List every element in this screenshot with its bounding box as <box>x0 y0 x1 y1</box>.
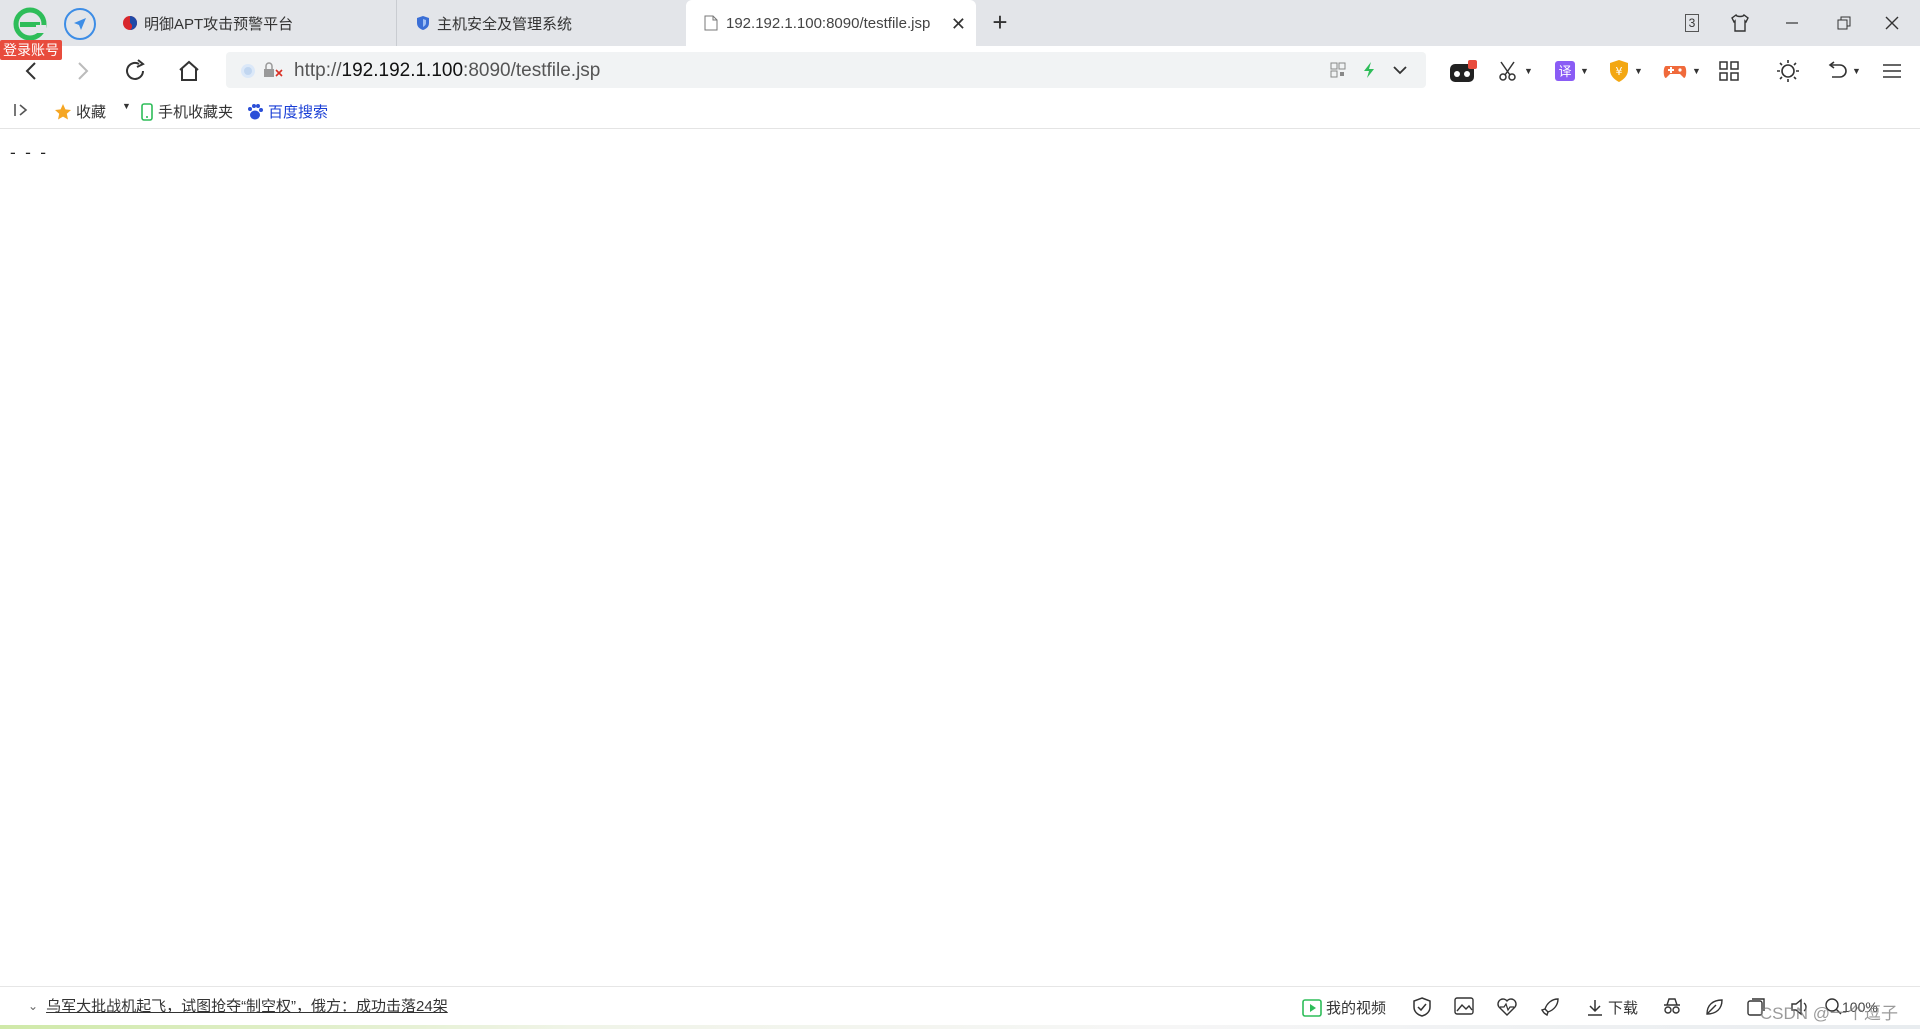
bookmarks-bar: 收藏 ▼ 手机收藏夹 百度搜索 <box>0 94 1920 129</box>
bookmark-favorites[interactable]: 收藏 <box>54 101 106 122</box>
my-videos-button[interactable]: 我的视频 <box>1302 997 1386 1018</box>
baidu-paw-icon <box>248 103 263 119</box>
star-icon <box>55 103 71 119</box>
url-prefix: http:// <box>294 60 342 81</box>
rocket-icon[interactable] <box>1540 997 1560 1017</box>
download-label: 下载 <box>1608 1000 1639 1017</box>
back-arrow-icon[interactable] <box>16 56 46 86</box>
chevron-down-icon[interactable]: ⌄ <box>28 999 38 1013</box>
close-tab-icon[interactable]: ✕ <box>951 14 966 35</box>
incognito-icon[interactable] <box>1662 997 1682 1015</box>
gamepad-icon[interactable]: ▼ <box>1662 56 1701 86</box>
translate-icon[interactable]: 译 ▼ <box>1554 56 1589 86</box>
caret-down-icon: ▼ <box>1524 66 1533 76</box>
apps-grid-icon[interactable] <box>1718 56 1740 86</box>
undo-icon[interactable]: ▼ <box>1826 56 1861 86</box>
tab-title: 明御APT攻击预警平台 <box>144 15 294 33</box>
skin-shirt-icon[interactable] <box>1726 10 1754 36</box>
browser-window: 登录账号 明御APT攻击预警平台 主机安全及管理系统 192.192.1.100… <box>0 0 1920 1029</box>
menu-icon[interactable] <box>1882 56 1902 86</box>
forward-arrow-icon[interactable] <box>68 56 98 86</box>
browser-logo-icon[interactable] <box>12 6 48 42</box>
tab-counter-button[interactable]: 3 <box>1678 10 1706 36</box>
svg-text:¥: ¥ <box>1616 65 1623 78</box>
bookmark-baidu-search[interactable]: 百度搜索 <box>246 101 328 122</box>
bookmark-mobile-favorites[interactable]: 手机收藏夹 <box>140 101 233 122</box>
caret-down-icon: ▼ <box>1692 66 1701 76</box>
bottom-decoration <box>0 1025 1920 1029</box>
chevron-down-icon[interactable] <box>1392 63 1408 79</box>
url-path: :8090/testfile.jsp <box>463 60 601 81</box>
game-extension-icon[interactable] <box>1448 56 1478 86</box>
qr-code-icon[interactable] <box>1330 62 1346 81</box>
minimize-button[interactable] <box>1778 10 1806 36</box>
new-tab-button[interactable]: + <box>986 9 1014 37</box>
csdn-watermark: CSDN @一个逗子 <box>1759 1004 1898 1023</box>
brightness-icon[interactable] <box>1776 56 1800 86</box>
favorites-label: 收藏 <box>76 104 107 121</box>
caret-down-icon: ▼ <box>1852 66 1861 76</box>
address-bar[interactable]: http://192.192.1.100:8090/testfile.jsp <box>226 52 1426 88</box>
file-icon <box>704 15 720 31</box>
security-shield-icon[interactable] <box>1412 997 1432 1017</box>
apt-platform-icon <box>122 15 138 31</box>
reload-icon[interactable] <box>120 56 150 86</box>
site-info-icon[interactable] <box>240 63 256 82</box>
tab-apt-platform[interactable]: 明御APT攻击预警平台 <box>104 0 396 46</box>
insecure-lock-icon[interactable] <box>262 62 284 81</box>
page-content: - - - <box>0 129 1920 986</box>
image-icon[interactable] <box>1454 997 1474 1015</box>
favorites-dropdown-icon[interactable]: ▼ <box>122 101 131 111</box>
yuan-shield-icon[interactable]: ¥ ▼ <box>1608 56 1643 86</box>
scissors-icon[interactable]: ▼ <box>1498 56 1533 86</box>
my-videos-label: 我的视频 <box>1326 1000 1387 1017</box>
url-text[interactable]: http://192.192.1.100:8090/testfile.jsp <box>294 60 600 82</box>
download-icon <box>1588 999 1602 1016</box>
status-bar: ⌄ 乌军大批战机起飞，试图抢夺“制空权”，俄方：成功击落24架 我的视频 下载 <box>0 986 1920 1029</box>
baidu-search-label: 百度搜索 <box>268 104 329 121</box>
health-heart-icon[interactable] <box>1496 997 1518 1017</box>
mobile-favorites-label: 手机收藏夹 <box>158 104 234 121</box>
svg-text:译: 译 <box>1558 65 1571 80</box>
send-arrow-icon[interactable] <box>64 8 96 40</box>
mobile-phone-icon <box>141 102 153 121</box>
page-body-text: - - - <box>10 143 49 163</box>
login-account-badge[interactable]: 登录账号 <box>0 40 62 60</box>
tab-testfile-active[interactable]: 192.192.1.100:8090/testfile.jsp ✕ <box>686 0 976 46</box>
url-host: 192.192.1.100 <box>341 60 464 81</box>
news-ticker[interactable]: ⌄ 乌军大批战机起飞，试图抢夺“制空权”，俄方：成功击落24架 <box>28 995 448 1016</box>
tab-title: 192.192.1.100:8090/testfile.jsp <box>726 14 931 32</box>
sidebar-toggle-icon[interactable] <box>12 101 32 119</box>
news-headline[interactable]: 乌军大批战机起飞，试图抢夺“制空权”，俄方：成功击落24架 <box>46 995 448 1016</box>
download-button[interactable]: 下载 <box>1586 997 1638 1018</box>
video-play-icon <box>1302 998 1322 1017</box>
navigation-bar: http://192.192.1.100:8090/testfile.jsp ▼… <box>0 46 1920 94</box>
shield-icon <box>415 15 431 31</box>
leaf-icon[interactable] <box>1704 997 1724 1017</box>
tab-title: 主机安全及管理系统 <box>437 15 573 33</box>
caret-down-icon: ▼ <box>1634 66 1643 76</box>
tab-count: 3 <box>1684 14 1700 32</box>
restore-button[interactable] <box>1830 10 1858 36</box>
lightning-icon[interactable] <box>1362 61 1376 82</box>
home-icon[interactable] <box>174 56 204 86</box>
close-window-button[interactable] <box>1878 10 1906 36</box>
caret-down-icon: ▼ <box>1580 66 1589 76</box>
tab-strip: 登录账号 明御APT攻击预警平台 主机安全及管理系统 192.192.1.100… <box>0 0 1920 60</box>
tab-host-security[interactable]: 主机安全及管理系统 <box>396 0 686 46</box>
